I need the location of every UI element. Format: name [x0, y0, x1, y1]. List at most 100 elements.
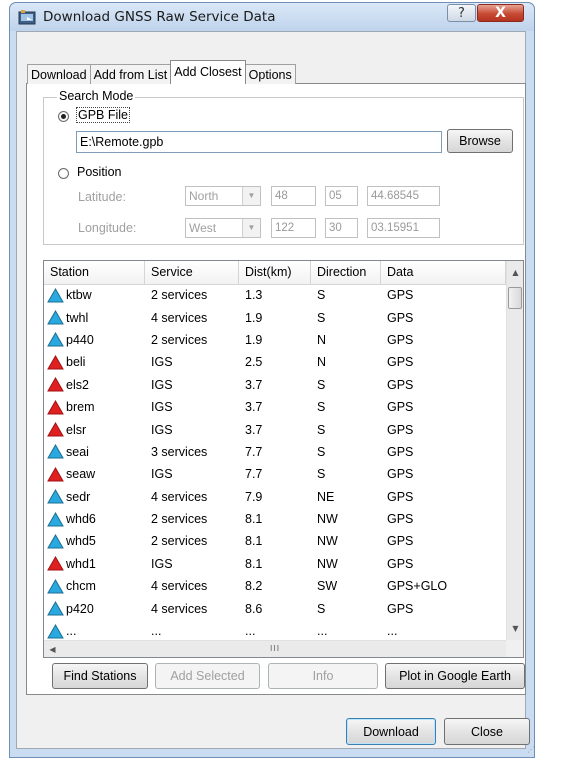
direction-cell: S: [317, 601, 326, 616]
table-row[interactable]: chcm 4 services 8.2 SW GPS+GLO: [44, 575, 506, 597]
close-button[interactable]: Close: [444, 718, 530, 745]
data-cell: GPS: [387, 332, 414, 347]
table-row[interactable]: whd1 IGS 8.1 NW GPS: [44, 553, 506, 575]
data-cell: GPS: [387, 400, 414, 415]
blue-triangle-icon: [47, 601, 66, 616]
table-row[interactable]: ...............: [44, 620, 506, 640]
table-row[interactable]: elsr IGS 3.7 S GPS: [44, 418, 506, 440]
blue-triangle-icon: [47, 489, 66, 504]
column-header-station[interactable]: Station: [44, 261, 145, 284]
file-path-input[interactable]: E:\Remote.gpb: [76, 131, 442, 153]
gpb-file-label: GPB File: [76, 107, 131, 123]
table-row[interactable]: ktbw 2 services 1.3 S GPS: [44, 284, 506, 306]
scroll-grip[interactable]: III: [270, 644, 280, 653]
gpb-file-radio[interactable]: [58, 111, 69, 122]
download-button[interactable]: Download: [346, 718, 436, 745]
column-header-dist[interactable]: Dist(km): [239, 261, 311, 284]
table-row[interactable]: sedr 4 services 7.9 NE GPS: [44, 486, 506, 508]
direction-cell: NW: [317, 512, 338, 527]
latitude-minutes-field[interactable]: 05: [325, 186, 358, 206]
service-cell: IGS: [151, 556, 173, 571]
help-button[interactable]: ?: [447, 4, 476, 22]
dist-cell: 8.2: [245, 579, 263, 594]
horizontal-scrollbar[interactable]: ◀ III ▶: [44, 640, 515, 657]
position-radio[interactable]: [58, 168, 69, 179]
longitude-seconds-field[interactable]: 03.15951: [367, 218, 440, 238]
station-cell: els2: [44, 377, 145, 392]
station-cell: seaw: [44, 466, 145, 482]
scroll-up-icon[interactable]: ▲: [507, 264, 523, 281]
station-name: seai: [66, 444, 89, 459]
latitude-label: Latitude:: [78, 190, 126, 204]
station-cell: seai: [44, 444, 145, 459]
table-row[interactable]: whd5 2 services 8.1 NW GPS: [44, 530, 506, 552]
service-cell: 4 services: [151, 310, 208, 325]
station-name: p420: [66, 601, 94, 616]
data-cell: ...: [387, 624, 398, 639]
station-name: chcm: [66, 579, 96, 594]
resize-grip-icon[interactable]: ⋰: [527, 745, 535, 754]
close-window-button[interactable]: X: [477, 4, 524, 22]
find-stations-button[interactable]: Find Stations: [52, 663, 148, 689]
station-cell: whd6: [44, 511, 145, 527]
direction-cell: S: [317, 377, 326, 392]
vertical-scrollbar[interactable]: ▲ ▼: [506, 261, 523, 640]
latitude-degrees-field[interactable]: 48: [271, 186, 316, 206]
latitude-hemisphere-select[interactable]: North ▼: [185, 186, 261, 206]
tab-options[interactable]: Options: [244, 64, 296, 84]
plot-google-earth-button[interactable]: Plot in Google Earth: [385, 663, 525, 689]
direction-cell: N: [317, 332, 327, 347]
column-header-data[interactable]: Data: [381, 261, 506, 284]
station-cell: p420: [44, 601, 145, 616]
service-cell: 2 services: [151, 332, 208, 347]
dist-cell: 3.7: [245, 377, 263, 392]
table-row[interactable]: twhl 4 services 1.9 S GPS: [44, 306, 506, 328]
chevron-down-icon[interactable]: ▼: [242, 219, 260, 237]
station-name: whd6: [66, 512, 96, 527]
scroll-down-icon[interactable]: ▼: [507, 620, 523, 637]
table-row[interactable]: whd6 2 services 8.1 NW GPS: [44, 508, 506, 530]
dist-cell: 3.7: [245, 400, 263, 415]
column-header-service[interactable]: Service: [145, 261, 239, 284]
title-bar[interactable]: Download GNSS Raw Service Data ? X: [10, 3, 534, 31]
column-header-direction[interactable]: Direction: [311, 261, 381, 284]
latitude-hemisphere-value: North: [189, 189, 219, 203]
table-row[interactable]: seai 3 services 7.7 S GPS: [44, 441, 506, 463]
station-cell: chcm: [44, 578, 145, 594]
add-selected-button[interactable]: Add Selected: [155, 663, 260, 689]
direction-cell: N: [317, 355, 327, 370]
longitude-degrees-field[interactable]: 122: [271, 218, 316, 238]
dist-cell: ...: [245, 624, 256, 639]
browse-button[interactable]: Browse: [447, 129, 513, 153]
direction-cell: NW: [317, 556, 338, 571]
chevron-down-icon[interactable]: ▼: [242, 187, 260, 205]
table-row[interactable]: p420 4 services 8.6 S GPS: [44, 597, 506, 619]
tab-add-closest[interactable]: Add Closest: [170, 60, 246, 84]
station-list[interactable]: Station Service Dist(km) Direction Data …: [43, 260, 524, 658]
scroll-left-icon[interactable]: ◀: [44, 641, 61, 657]
data-cell: GPS: [387, 512, 414, 527]
station-cell: whd5: [44, 533, 145, 549]
table-row[interactable]: brem IGS 3.7 S GPS: [44, 396, 506, 418]
station-name: twhl: [66, 310, 89, 325]
tab-download[interactable]: Download: [27, 64, 91, 84]
blue-triangle-icon: [47, 623, 66, 639]
longitude-minutes-field[interactable]: 30: [325, 218, 358, 238]
station-name: seaw: [66, 467, 96, 482]
info-button[interactable]: Info: [268, 663, 378, 689]
station-name: p440: [66, 332, 94, 347]
list-rows: ktbw 2 services 1.3 S GPS twhl 4 services 1.9 S G…: [44, 284, 506, 640]
station-name: brem: [66, 400, 95, 415]
table-row[interactable]: p440 2 services 1.9 N GPS: [44, 329, 506, 351]
direction-cell: S: [317, 288, 326, 303]
table-row[interactable]: beli IGS 2.5 N GPS: [44, 351, 506, 373]
longitude-hemisphere-select[interactable]: West ▼: [185, 218, 261, 238]
service-cell: 2 services: [151, 534, 208, 549]
scroll-thumb[interactable]: [508, 287, 522, 309]
latitude-seconds-field[interactable]: 44.68545: [367, 186, 440, 206]
data-cell: GPS: [387, 377, 414, 392]
tab-add-from-list[interactable]: Add from List: [89, 64, 172, 84]
table-row[interactable]: els2 IGS 3.7 S GPS: [44, 374, 506, 396]
station-cell: elsr: [44, 422, 145, 437]
table-row[interactable]: seaw IGS 7.7 S GPS: [44, 463, 506, 485]
